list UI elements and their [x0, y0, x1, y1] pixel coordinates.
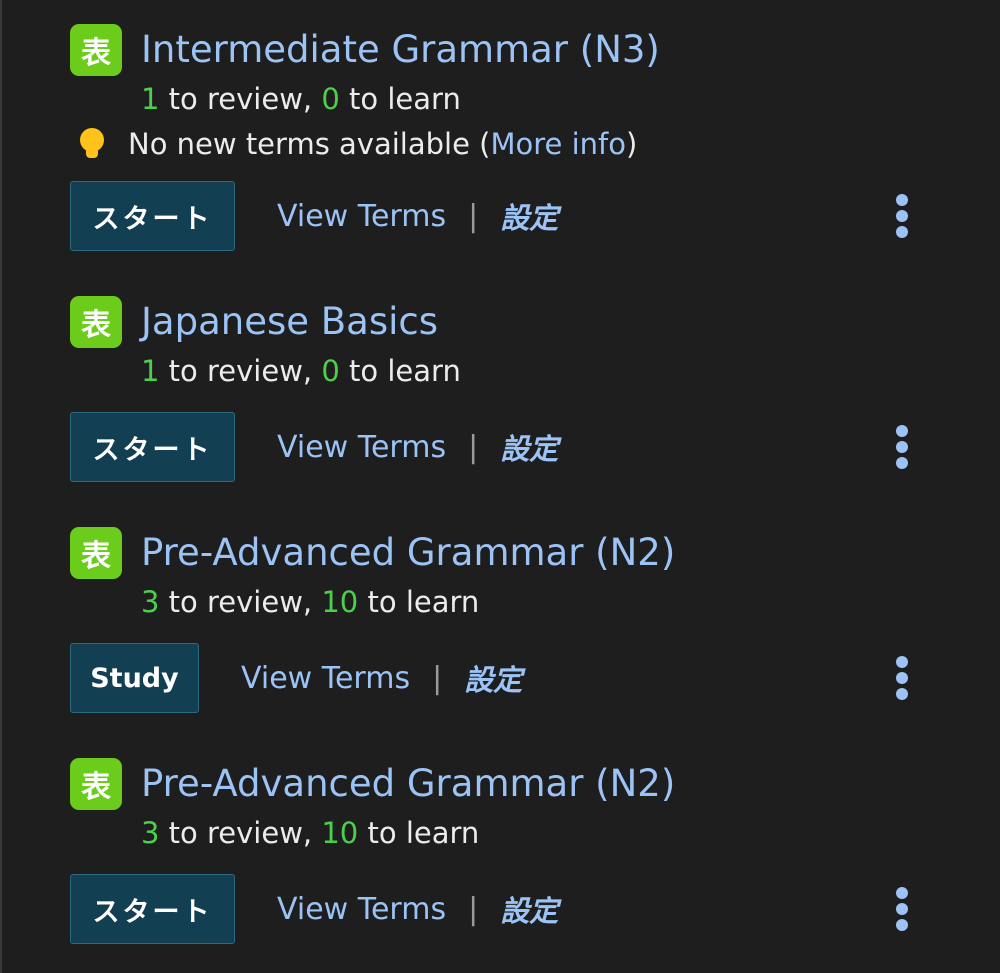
review-label: to review,: [159, 585, 322, 619]
learn-count: 0: [321, 82, 340, 116]
learn-label: to learn: [358, 585, 480, 619]
review-label: to review,: [159, 816, 322, 850]
deck-card-pre-advanced-grammar: 表 Pre-Advanced Grammar (N2) 3 to review,…: [70, 527, 1000, 714]
more-info-link[interactable]: More info: [490, 126, 626, 162]
deck-title-row: 表 Japanese Basics: [70, 296, 1000, 348]
learn-label: to learn: [358, 816, 480, 850]
start-button[interactable]: スタート: [70, 181, 235, 251]
settings-link[interactable]: 設定: [464, 657, 522, 699]
review-count: 1: [141, 82, 160, 116]
deck-actions: スタート View Terms | 設定: [70, 180, 1000, 252]
review-count: 3: [141, 585, 160, 619]
deck-actions: Study View Terms | 設定: [70, 642, 1000, 714]
action-separator: |: [468, 891, 479, 927]
review-count: 1: [141, 354, 160, 388]
no-new-terms-notice: No new terms available (More info): [70, 126, 1000, 162]
more-vertical-icon[interactable]: [893, 887, 911, 931]
learn-count: 10: [321, 816, 359, 850]
deck-title[interactable]: Pre-Advanced Grammar (N2): [141, 758, 675, 810]
review-count: 3: [141, 816, 160, 850]
deck-title[interactable]: Japanese Basics: [141, 296, 438, 348]
deck-stats: 1 to review, 0 to learn: [141, 354, 1000, 388]
study-button[interactable]: Study: [70, 643, 199, 713]
action-separator: |: [468, 429, 479, 465]
deck-title[interactable]: Intermediate Grammar (N3): [141, 24, 660, 76]
lightbulb-icon: [76, 126, 120, 162]
action-separator: |: [432, 660, 443, 696]
deck-title[interactable]: Pre-Advanced Grammar (N2): [141, 527, 675, 579]
panel-border: [0, 0, 2, 973]
action-separator: |: [468, 198, 479, 234]
deck-icon: 表: [70, 296, 122, 348]
settings-link[interactable]: 設定: [500, 426, 558, 468]
more-vertical-icon[interactable]: [893, 425, 911, 469]
deck-card-intermediate-grammar: 表 Intermediate Grammar (N3) 1 to review,…: [70, 24, 1000, 252]
deck-stats: 1 to review, 0 to learn: [141, 82, 1000, 116]
more-vertical-icon[interactable]: [893, 194, 911, 238]
review-label: to review,: [159, 354, 322, 388]
view-terms-link[interactable]: View Terms: [277, 430, 446, 465]
deck-stats: 3 to review, 10 to learn: [141, 816, 1000, 850]
deck-card-japanese-basics: 表 Japanese Basics 1 to review, 0 to lear…: [70, 296, 1000, 483]
view-terms-link[interactable]: View Terms: [277, 892, 446, 927]
learn-count: 10: [321, 585, 359, 619]
view-terms-link[interactable]: View Terms: [241, 661, 410, 696]
deck-card-pre-advanced-grammar-2: 表 Pre-Advanced Grammar (N2) 3 to review,…: [70, 758, 1000, 945]
learn-count: 0: [321, 354, 340, 388]
more-vertical-icon[interactable]: [893, 656, 911, 700]
deck-icon: 表: [70, 24, 122, 76]
deck-title-row: 表 Intermediate Grammar (N3): [70, 24, 1000, 76]
view-terms-link[interactable]: View Terms: [277, 199, 446, 234]
deck-icon: 表: [70, 758, 122, 810]
deck-stats: 3 to review, 10 to learn: [141, 585, 1000, 619]
notice-text: No new terms available (: [128, 127, 491, 161]
deck-title-row: 表 Pre-Advanced Grammar (N2): [70, 758, 1000, 810]
deck-title-row: 表 Pre-Advanced Grammar (N2): [70, 527, 1000, 579]
start-button[interactable]: スタート: [70, 874, 235, 944]
learn-label: to learn: [339, 354, 461, 388]
notice-suffix: ): [625, 127, 638, 161]
deck-actions: スタート View Terms | 設定: [70, 411, 1000, 483]
learn-label: to learn: [339, 82, 461, 116]
review-label: to review,: [159, 82, 322, 116]
deck-actions: スタート View Terms | 設定: [70, 873, 1000, 945]
start-button[interactable]: スタート: [70, 412, 235, 482]
settings-link[interactable]: 設定: [500, 195, 558, 237]
settings-link[interactable]: 設定: [500, 888, 558, 930]
deck-icon: 表: [70, 527, 122, 579]
